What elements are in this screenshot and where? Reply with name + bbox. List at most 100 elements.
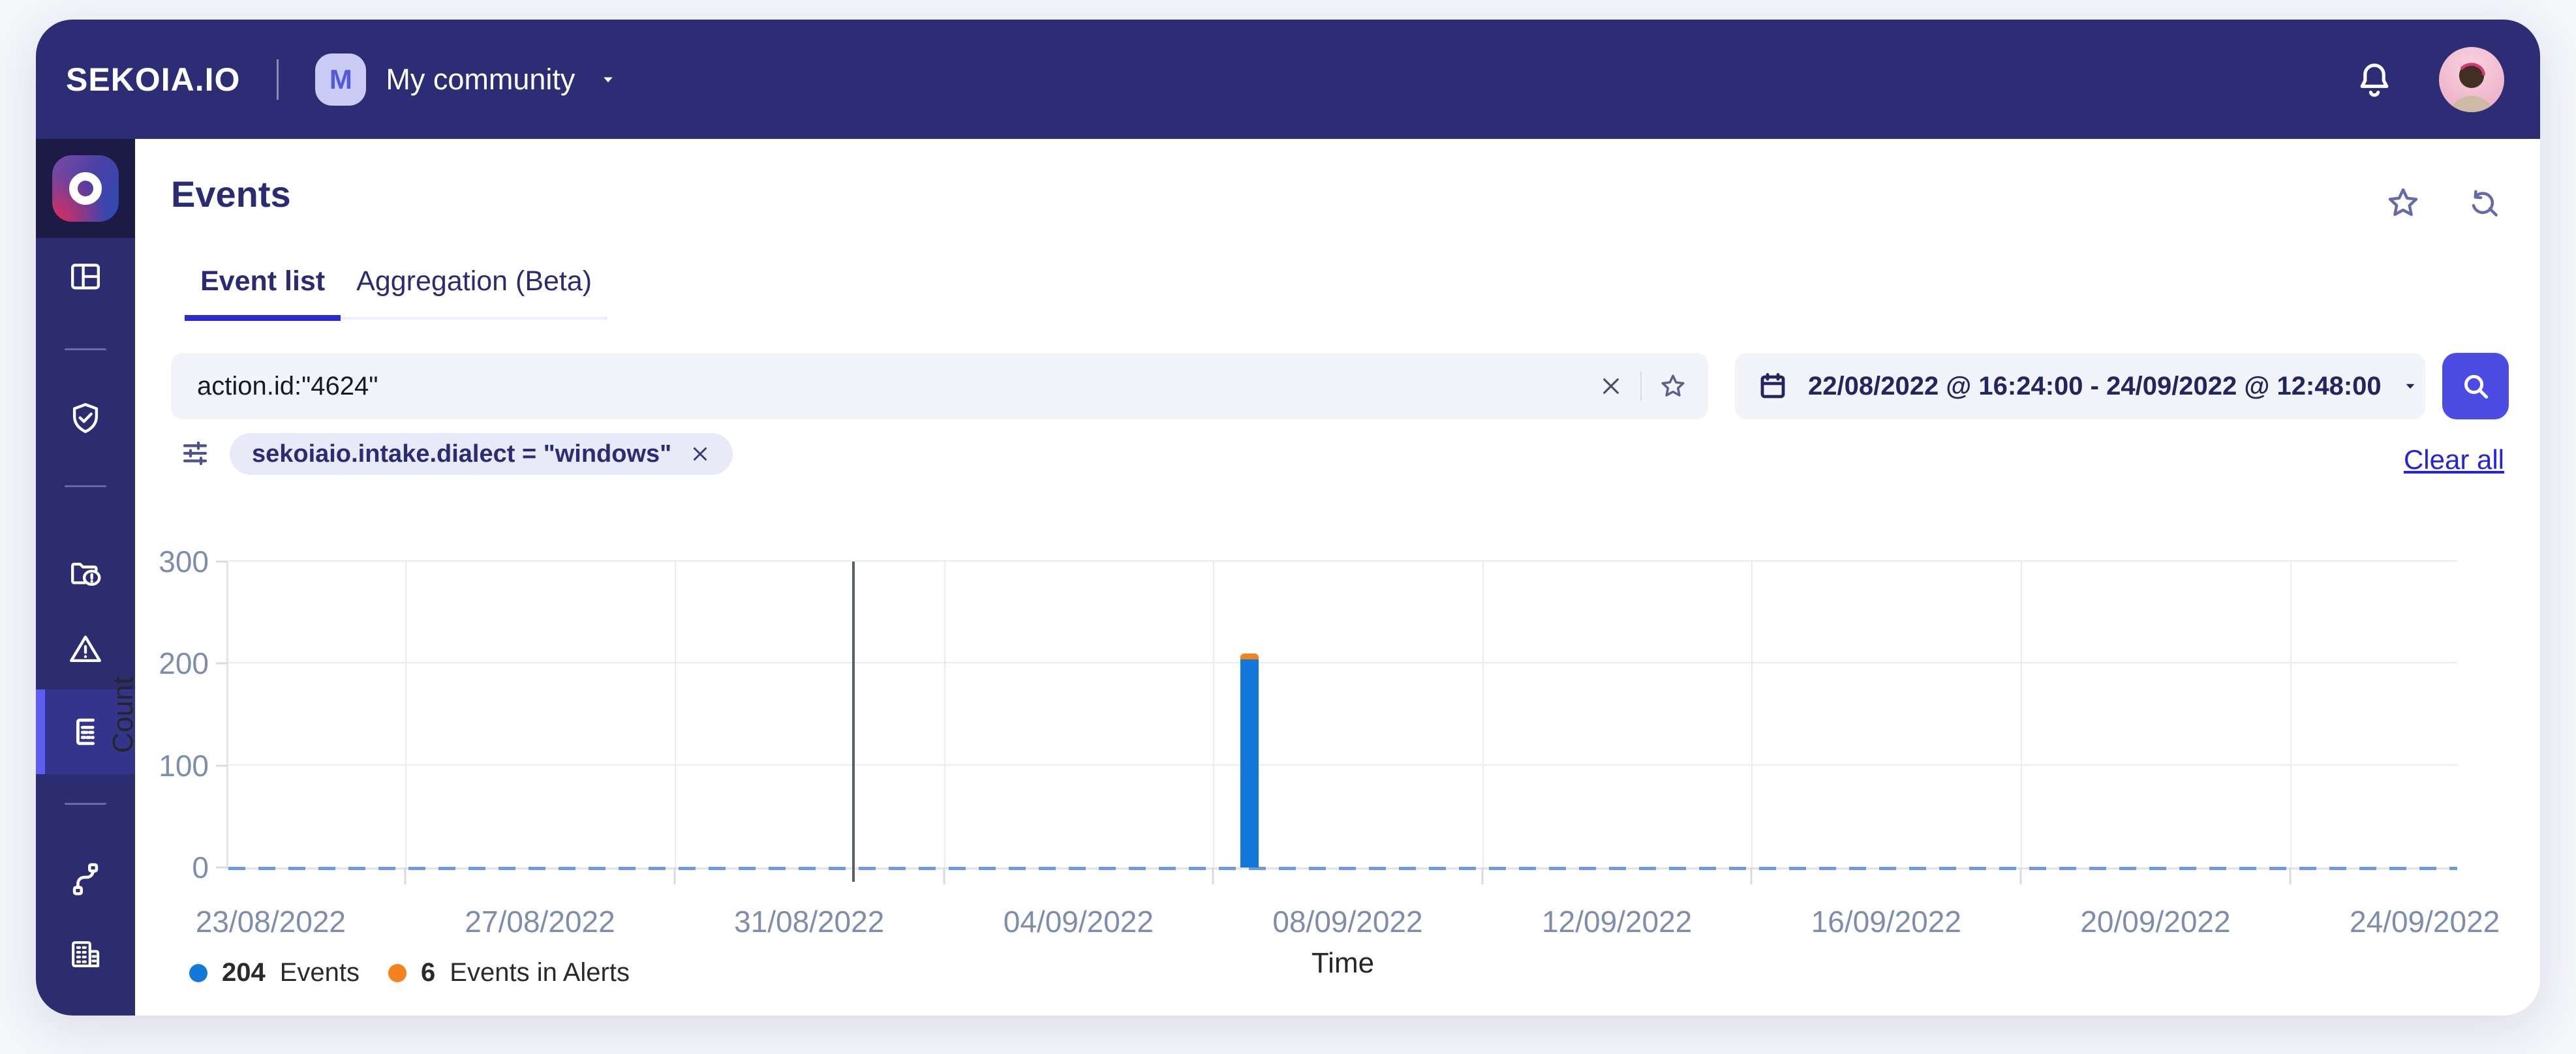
community-building-icon [67,935,104,973]
legend-item-events[interactable]: 204 Events [189,958,360,987]
x-tick-label: 08/09/2022 [1272,905,1423,939]
save-query-star-icon[interactable] [1659,372,1687,400]
x-tick [404,867,406,884]
search-history-icon[interactable] [2466,185,2502,221]
x-gridline [405,562,407,867]
community-selector[interactable]: M My community [315,53,618,106]
events-count: 204 [222,958,266,987]
search-button[interactable] [2442,353,2509,419]
events-bar[interactable] [1240,653,1259,867]
user-avatar[interactable] [2439,46,2504,112]
sidebar-divider [65,803,106,805]
filter-chip[interactable]: sekoiaio.intake.dialect = "windows" [230,433,733,475]
active-tab-indicator [185,315,341,321]
tab-aggregation[interactable]: Aggregation (Beta) [341,265,607,317]
zero-dashed-line [228,867,2457,870]
x-gridline [1751,562,1753,867]
clear-query-icon[interactable] [1599,374,1623,399]
events-dot-icon [189,963,207,982]
sidebar-item-dashboard[interactable] [36,240,135,313]
investigate-folder-icon [67,554,104,592]
main-content: Events Event list Aggregation (Beta) act… [107,139,2540,1016]
alerts-triangle-icon [67,630,104,668]
tab-bar: Event list Aggregation (Beta) [185,265,608,321]
x-tick [673,867,676,884]
top-bar: SEKOIA.IO M My community [36,20,2540,139]
y-gridline [228,560,2457,562]
events-in-alerts-segment [1240,653,1259,660]
filter-chip-label: sekoiaio.intake.dialect = "windows" [252,440,672,468]
y-tick-label: 300 [159,545,209,579]
sidebar-item-community[interactable] [36,918,135,991]
x-tick-label: 20/09/2022 [2080,905,2231,939]
x-tick [943,867,945,884]
tab-event-list[interactable]: Event list [185,265,341,321]
y-tick [216,866,228,869]
avatar-photo [2449,62,2494,112]
search-query-box [171,353,1708,419]
date-range-value: 22/08/2022 @ 16:24:00 - 24/09/2022 @ 12:… [1808,371,2382,400]
date-range-picker[interactable]: 22/08/2022 @ 16:24:00 - 24/09/2022 @ 12:… [1735,353,2425,419]
sidebar-logo-cell[interactable] [36,139,135,238]
events-log-icon [67,713,104,751]
chevron-down-icon [2401,377,2419,395]
plot-area: Count Time 0 100 200 300 23/08/2022 27/08/202… [107,545,2500,979]
x-tick [2289,867,2292,884]
y-gridline [228,764,2457,766]
sidebar-item-intakes[interactable] [36,843,135,916]
sidebar-divider [65,348,106,350]
y-tick-label: 100 [159,748,209,783]
y-tick [216,764,228,767]
topbar-divider [277,59,279,100]
app-window: SEKOIA.IO M My community Events Event li… [36,20,2540,1016]
desktop-background: SEKOIA.IO M My community Events Event li… [0,0,2576,1054]
x-gridline [1482,562,1484,867]
x-tick-label: 16/09/2022 [1811,905,1961,939]
y-axis-title: Count [107,676,139,753]
community-avatar: M [315,53,367,106]
community-name: My community [386,62,575,96]
notifications-bell-icon[interactable] [2354,59,2395,100]
page-actions [2385,185,2502,221]
y-tick-label: 200 [159,646,209,681]
sidebar-divider [65,485,106,487]
alerts-dot-icon [388,963,407,982]
tab-label: Event list [200,265,326,297]
x-gridline [1213,562,1215,867]
x-gridline [943,562,945,867]
y-gridline [228,662,2457,664]
search-icon [2459,370,2492,402]
remove-filter-icon[interactable] [690,444,711,464]
legend-item-events-in-alerts[interactable]: 6 Events in Alerts [388,958,630,987]
x-tick-label: 23/08/2022 [195,905,346,939]
sekoia-logo-icon [52,155,119,222]
sidebar [36,139,135,1016]
x-gridline [674,562,676,867]
x-tick-label: 24/09/2022 [2350,905,2500,939]
y-tick [216,662,228,665]
tab-label: Aggregation (Beta) [356,265,592,297]
favorite-star-icon[interactable] [2385,185,2421,221]
alerts-count: 6 [421,958,436,987]
y-tick [216,560,228,563]
events-label: Events [279,958,360,987]
shield-check-icon [67,399,104,437]
x-tick-label: 04/09/2022 [1003,905,1154,939]
sidebar-item-investigate[interactable] [36,537,135,610]
sidebar-item-intelligence[interactable] [36,382,135,455]
x-gridline [2290,562,2292,867]
x-tick [1481,867,1484,884]
x-tick [1750,867,1753,884]
clear-all-link[interactable]: Clear all [2404,444,2504,475]
chevron-down-icon [598,70,618,89]
input-divider [1640,371,1642,401]
tune-sliders-icon[interactable] [179,438,211,469]
active-item-accent [36,689,45,774]
x-tick [1212,867,1214,884]
sekoia-logo-ring [69,172,102,205]
sidebar-item-alerts[interactable] [36,612,135,685]
x-tick [2019,867,2022,884]
brand-logo: SEKOIA.IO [66,61,241,98]
search-input[interactable] [197,371,1599,401]
dashboard-icon [67,258,104,295]
